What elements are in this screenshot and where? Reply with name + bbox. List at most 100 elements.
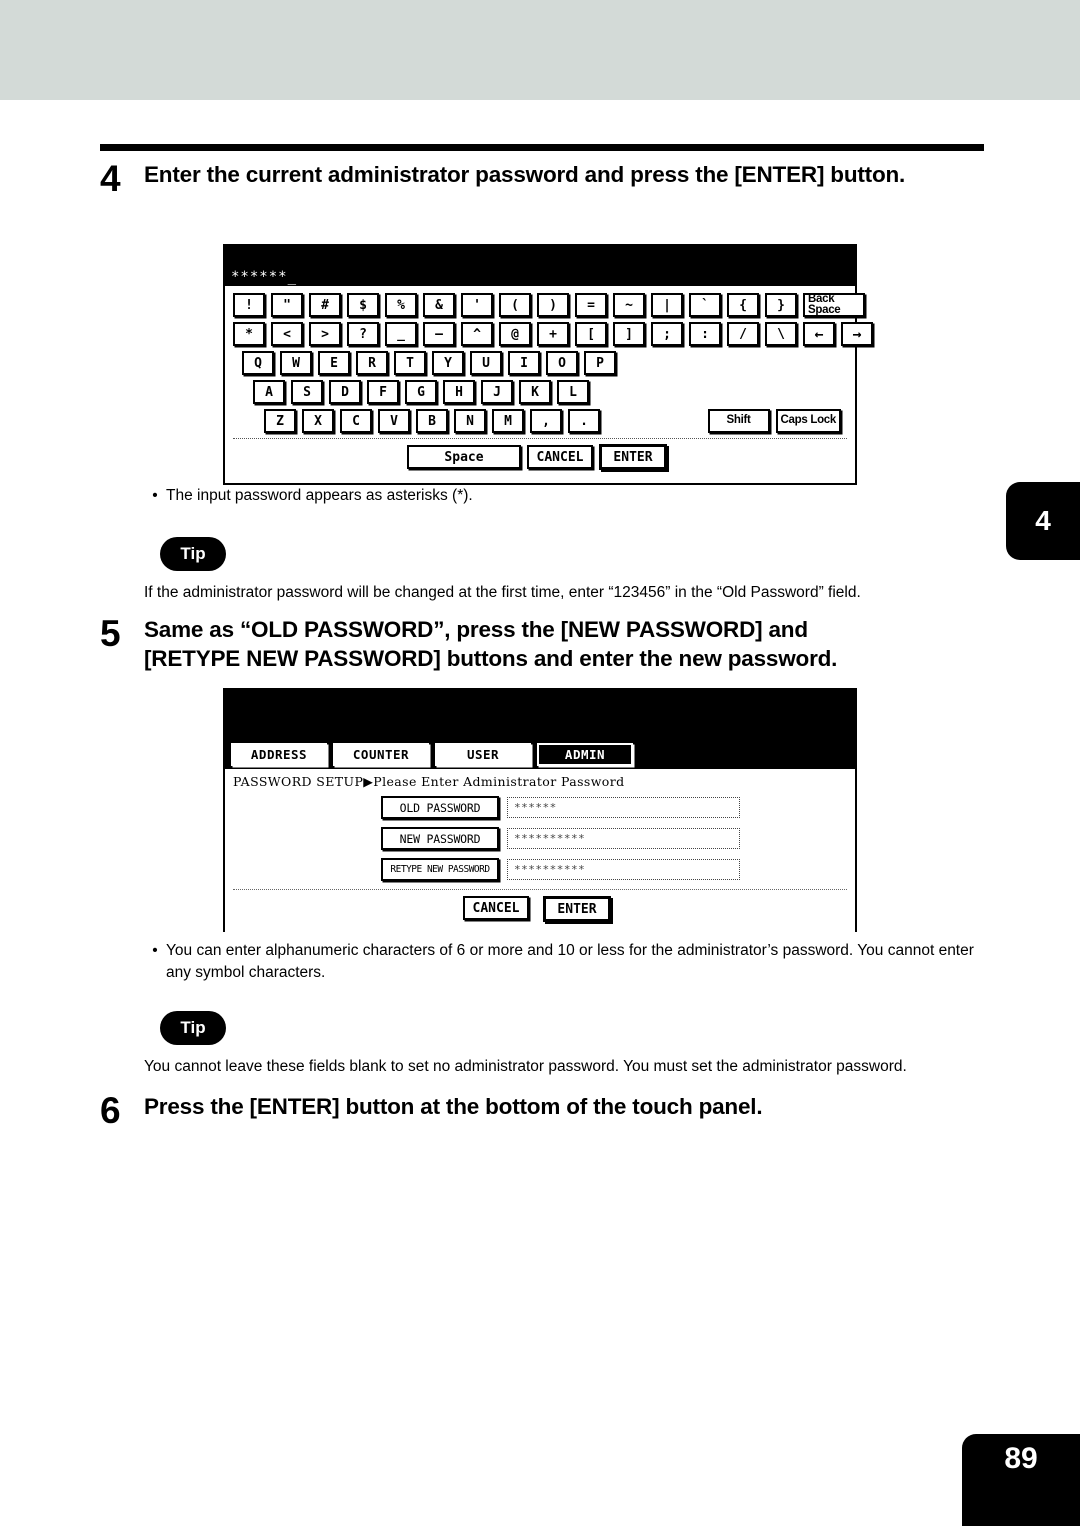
key-ampersand[interactable]: & [423, 293, 455, 317]
key-a[interactable]: A [253, 380, 285, 404]
step-6: 6 Press the [ENTER] button at the bottom… [100, 1092, 984, 1129]
keyboard-entry-value: ******_ [231, 269, 298, 285]
tab-counter[interactable]: COUNTER [333, 743, 429, 766]
step-5: 5 Same as “OLD PASSWORD”, press the [NEW… [100, 613, 984, 673]
key-tilde[interactable]: ~ [613, 293, 645, 317]
key-q[interactable]: Q [242, 351, 274, 375]
old-password-button[interactable]: OLD PASSWORD [381, 796, 499, 819]
key-b[interactable]: B [416, 409, 448, 433]
key-comma[interactable]: , [530, 409, 562, 433]
key-n[interactable]: N [454, 409, 486, 433]
admin-cancel-button[interactable]: CANCEL [463, 896, 529, 920]
key-underscore[interactable]: _ [385, 322, 417, 346]
key-j[interactable]: J [481, 380, 513, 404]
key-x[interactable]: X [302, 409, 334, 433]
key-dash[interactable]: — [423, 322, 455, 346]
key-paren-open[interactable]: ( [499, 293, 531, 317]
key-plus[interactable]: + [537, 322, 569, 346]
admin-body: PASSWORD SETUP ▶Please Enter Administrat… [225, 769, 855, 934]
new-password-button[interactable]: NEW PASSWORD [381, 827, 499, 850]
key-p[interactable]: P [584, 351, 616, 375]
key-paren-close[interactable]: ) [537, 293, 569, 317]
old-password-field[interactable]: ****** [507, 797, 740, 818]
arrow-left-icon[interactable]: ← [803, 322, 835, 346]
key-y[interactable]: Y [432, 351, 464, 375]
step-6-text: Press the [ENTER] button at the bottom o… [144, 1094, 763, 1119]
key-bracket-open[interactable]: [ [575, 322, 607, 346]
key-greater-than[interactable]: > [309, 322, 341, 346]
key-equals[interactable]: = [575, 293, 607, 317]
key-percent[interactable]: % [385, 293, 417, 317]
key-brace-close[interactable]: } [765, 293, 797, 317]
key-d[interactable]: D [329, 380, 361, 404]
old-password-row: OLD PASSWORD ****** [233, 796, 847, 819]
keyboard-enter-button[interactable]: ENTER [599, 444, 667, 470]
key-space[interactable]: Space [407, 445, 521, 469]
key-m[interactable]: M [492, 409, 524, 433]
key-caret[interactable]: ^ [461, 322, 493, 346]
page-number-box: 89 [962, 1434, 1080, 1526]
new-password-row: NEW PASSWORD ********** [233, 827, 847, 850]
key-s[interactable]: S [291, 380, 323, 404]
keyboard-row-3: Q W E R T Y U I O P [242, 351, 847, 375]
keyboard-row-2: * < > ? _ — ^ @ + [ ] ; : / \ ← → [233, 322, 873, 346]
retype-new-password-button[interactable]: RETYPE NEW PASSWORD [381, 858, 499, 881]
key-i[interactable]: I [508, 351, 540, 375]
key-h[interactable]: H [443, 380, 475, 404]
key-dollar[interactable]: $ [347, 293, 379, 317]
step-5-number: 5 [100, 613, 121, 654]
key-at[interactable]: @ [499, 322, 531, 346]
key-u[interactable]: U [470, 351, 502, 375]
key-t[interactable]: T [394, 351, 426, 375]
tab-user[interactable]: USER [435, 743, 531, 766]
key-apostrophe[interactable]: ' [461, 293, 493, 317]
step-4: 4 Enter the current administrator passwo… [100, 160, 984, 197]
key-g[interactable]: G [405, 380, 437, 404]
key-shift[interactable]: Shift [707, 409, 770, 433]
key-brace-open[interactable]: { [727, 293, 759, 317]
key-o[interactable]: O [546, 351, 578, 375]
key-asterisk[interactable]: * [233, 322, 265, 346]
key-less-than[interactable]: < [271, 322, 303, 346]
new-password-field[interactable]: ********** [507, 828, 740, 849]
admin-footer-buttons: CANCEL ENTER [233, 896, 847, 922]
key-slash[interactable]: / [727, 322, 759, 346]
key-k[interactable]: K [519, 380, 551, 404]
key-pipe[interactable]: | [651, 293, 683, 317]
key-question[interactable]: ? [347, 322, 379, 346]
key-r[interactable]: R [356, 351, 388, 375]
tip-2-text: You cannot leave these fields blank to s… [144, 1058, 907, 1075]
key-colon[interactable]: : [689, 322, 721, 346]
key-back-space[interactable]: Back Space [803, 293, 865, 317]
key-backslash[interactable]: \ [765, 322, 797, 346]
key-hash[interactable]: # [309, 293, 341, 317]
keyboard-cancel-button[interactable]: CANCEL [527, 445, 593, 469]
admin-enter-button[interactable]: ENTER [543, 896, 611, 922]
key-f[interactable]: F [367, 380, 399, 404]
keyboard-body: ! " # $ % & ' ( ) = ~ | ` { } Back Space [225, 286, 873, 474]
tab-address[interactable]: ADDRESS [231, 743, 327, 766]
key-l[interactable]: L [557, 380, 589, 404]
tab-admin[interactable]: ADMIN [537, 743, 633, 766]
key-semicolon[interactable]: ; [651, 322, 683, 346]
key-bracket-close[interactable]: ] [613, 322, 645, 346]
key-caps-lock[interactable]: Caps Lock [775, 409, 841, 433]
arrow-right-icon[interactable]: → [841, 322, 873, 346]
chapter-tab-marker: 4 [1006, 482, 1080, 560]
step-5-line-1: Same as “OLD PASSWORD”, press the [NEW P… [144, 617, 808, 642]
key-c[interactable]: C [340, 409, 372, 433]
retype-new-password-field[interactable]: ********** [507, 859, 740, 880]
key-z[interactable]: Z [264, 409, 296, 433]
key-w[interactable]: W [280, 351, 312, 375]
key-backtick[interactable]: ` [689, 293, 721, 317]
key-e[interactable]: E [318, 351, 350, 375]
key-exclam[interactable]: ! [233, 293, 265, 317]
admin-separator [233, 889, 847, 890]
bullet-icon: • [152, 942, 158, 959]
key-period[interactable]: . [568, 409, 600, 433]
key-v[interactable]: V [378, 409, 410, 433]
key-quote[interactable]: " [271, 293, 303, 317]
chapter-tab-number: 4 [1035, 505, 1051, 536]
note-asterisks-text: The input password appears as asterisks … [166, 487, 473, 504]
tip-1-text: If the administrator password will be ch… [144, 584, 861, 601]
